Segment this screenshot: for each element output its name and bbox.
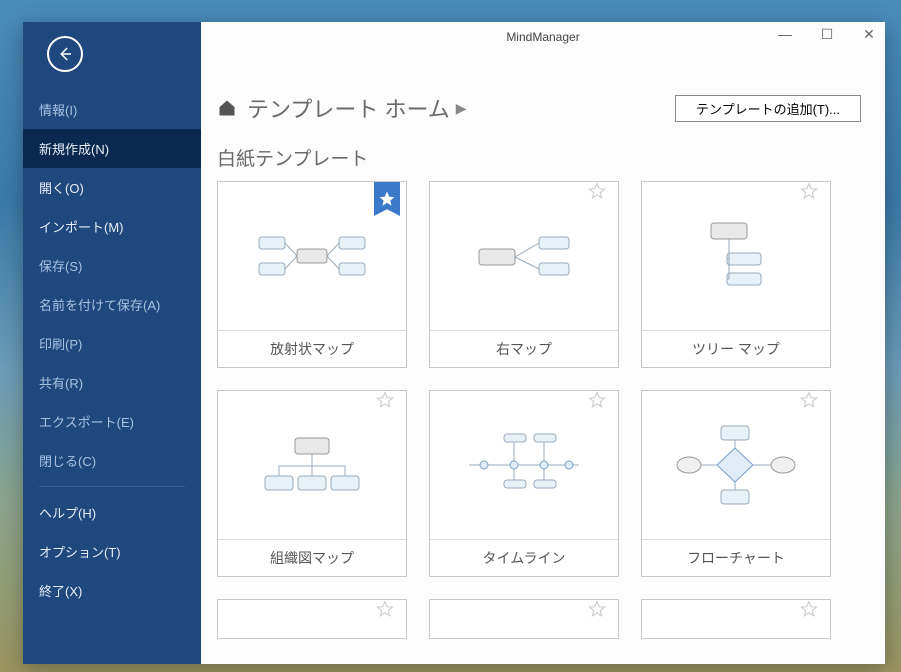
template-label: 右マップ [430,330,618,367]
star-icon [800,600,818,618]
template-label: 組織図マップ [218,539,406,576]
app-title: MindManager [506,30,579,44]
template-card-partial[interactable] [641,599,831,639]
timeline-diagram-icon [459,420,589,510]
star-icon [800,391,818,409]
content-header: テンプレート ホーム ▶ テンプレートの追加(T)... [201,52,885,136]
star-icon [376,600,394,618]
flowchart-diagram-icon [671,420,801,510]
star-icon [800,182,818,200]
sidebar-divider [39,486,185,487]
sidebar-item-7[interactable]: 共有(R) [23,363,201,402]
sidebar: 情報(I)新規作成(N)開く(O)インポート(M)保存(S)名前を付けて保存(A… [23,22,201,664]
breadcrumb-label: テンプレート ホーム [247,92,450,124]
sidebar-item-3[interactable]: インポート(M) [23,207,201,246]
star-icon [588,600,606,618]
breadcrumb: テンプレート ホーム ▶ [247,92,665,124]
sidebar-item-4[interactable]: 保存(S) [23,246,201,285]
favorite-toggle[interactable] [376,600,400,630]
add-template-button[interactable]: テンプレートの追加(T)... [675,95,861,122]
template-label: タイムライン [430,539,618,576]
sidebar-item-5[interactable]: 名前を付けて保存(A) [23,285,201,324]
star-icon [588,391,606,409]
sidebar-item-9[interactable]: 閉じる(C) [23,441,201,480]
favorite-toggle[interactable] [376,391,400,421]
template-grid: 放射状マップ右マップツリー マップ組織図マップタイムラインフローチャート [201,181,885,655]
sidebar-footer-item-0[interactable]: ヘルプ(H) [23,493,201,532]
star-icon [588,182,606,200]
home-icon[interactable] [217,98,237,118]
template-card-1[interactable]: 右マップ [429,181,619,368]
star-icon [378,190,396,208]
favorite-toggle[interactable] [800,600,824,630]
favorite-toggle[interactable] [800,391,824,421]
app-window: 情報(I)新規作成(N)開く(O)インポート(M)保存(S)名前を付けて保存(A… [23,22,885,664]
sidebar-item-8[interactable]: エクスポート(E) [23,402,201,441]
titlebar: MindManager — ☐ ✕ [201,22,885,52]
sidebar-item-2[interactable]: 開く(O) [23,168,201,207]
template-label: フローチャート [642,539,830,576]
arrow-left-icon [56,45,74,63]
tree-diagram-icon [671,211,801,301]
window-controls: — ☐ ✕ [773,26,881,43]
template-card-0[interactable]: 放射状マップ [217,181,407,368]
star-icon [376,391,394,409]
sidebar-item-6[interactable]: 印刷(P) [23,324,201,363]
main-area: MindManager — ☐ ✕ テンプレート ホーム ▶ テンプレートの追加… [201,22,885,664]
chevron-right-icon: ▶ [456,100,467,117]
sidebar-footer-item-1[interactable]: オプション(T) [23,532,201,571]
radial-diagram-icon [247,211,377,301]
org-diagram-icon [247,420,377,510]
template-card-4[interactable]: タイムライン [429,390,619,577]
template-card-partial[interactable] [429,599,619,639]
maximize-button[interactable]: ☐ [815,26,839,43]
section-title: 白紙テンプレート [201,136,885,181]
sidebar-item-1[interactable]: 新規作成(N) [23,129,201,168]
back-button[interactable] [47,36,83,72]
template-label: 放射状マップ [218,330,406,367]
favorite-toggle[interactable] [588,600,612,630]
favorite-toggle[interactable] [588,391,612,421]
template-card-5[interactable]: フローチャート [641,390,831,577]
sidebar-item-0[interactable]: 情報(I) [23,90,201,129]
minimize-button[interactable]: — [773,26,797,43]
template-card-partial[interactable] [217,599,407,639]
template-card-2[interactable]: ツリー マップ [641,181,831,368]
sidebar-footer-item-2[interactable]: 終了(X) [23,571,201,610]
close-button[interactable]: ✕ [857,26,881,43]
right-diagram-icon [459,211,589,301]
template-card-3[interactable]: 組織図マップ [217,390,407,577]
favorite-toggle[interactable] [800,182,824,212]
template-label: ツリー マップ [642,330,830,367]
favorite-toggle[interactable] [588,182,612,212]
